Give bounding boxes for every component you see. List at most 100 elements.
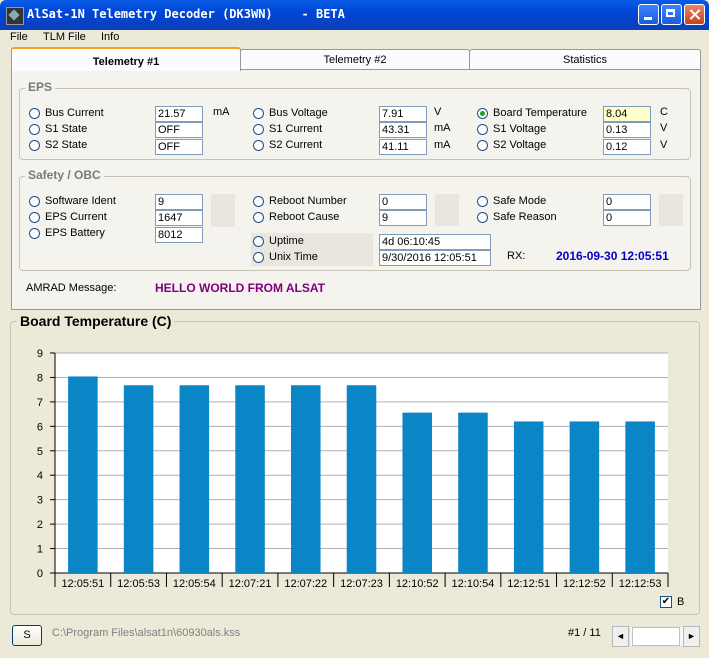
label-safe-mode: Safe Mode bbox=[493, 195, 547, 207]
label-s1-current: S1 Current bbox=[269, 123, 323, 135]
bar bbox=[402, 412, 432, 573]
x-tick-label: 12:10:52 bbox=[396, 578, 439, 590]
y-tick-label: 1 bbox=[37, 544, 43, 556]
check-icon: ✔ bbox=[661, 596, 671, 607]
s2-voltage-unit: V bbox=[660, 139, 668, 151]
x-tick-label: 12:10:54 bbox=[452, 578, 495, 590]
radio-s1-current[interactable] bbox=[253, 124, 264, 135]
radio-uptime[interactable] bbox=[253, 236, 264, 247]
eps-battery-value: 8012 bbox=[155, 227, 203, 243]
bar bbox=[625, 421, 655, 573]
file-path: C:\Program Files\alsat1n\60930als.kss bbox=[52, 627, 241, 639]
label-s2-voltage: S2 Voltage bbox=[493, 139, 547, 151]
bar bbox=[235, 385, 265, 573]
minimize-button[interactable] bbox=[638, 4, 659, 25]
x-tick-label: 12:12:51 bbox=[507, 578, 550, 590]
y-tick-label: 3 bbox=[37, 495, 43, 507]
s1-voltage-value: 0.13 bbox=[603, 122, 651, 138]
x-tick-label: 12:07:23 bbox=[340, 578, 383, 590]
bar bbox=[179, 385, 210, 573]
x-tick-label: 12:05:51 bbox=[61, 578, 104, 590]
s2-current-unit: mA bbox=[434, 139, 451, 151]
radio-s2-current[interactable] bbox=[253, 140, 264, 151]
label-s2-state: S2 State bbox=[45, 139, 88, 151]
radio-bus-voltage[interactable] bbox=[253, 108, 264, 119]
bus-voltage-value: 7.91 bbox=[379, 106, 427, 122]
radio-eps-battery[interactable] bbox=[29, 228, 40, 239]
radio-s1-state[interactable] bbox=[29, 124, 40, 135]
x-tick-label: 12:05:53 bbox=[117, 578, 160, 590]
s1-current-unit: mA bbox=[434, 122, 451, 134]
radio-s1-voltage[interactable] bbox=[477, 124, 488, 135]
x-tick-label: 12:07:22 bbox=[284, 578, 327, 590]
radio-safe-reason[interactable] bbox=[477, 212, 488, 223]
reboot-number-value: 0 bbox=[379, 194, 427, 210]
bar bbox=[123, 385, 154, 573]
s1-current-value: 43.31 bbox=[379, 122, 427, 138]
scroll-left-button[interactable]: ◄ bbox=[612, 626, 629, 647]
radio-unix-time[interactable] bbox=[253, 252, 264, 263]
radio-board-temperature[interactable] bbox=[477, 108, 488, 119]
y-tick-label: 6 bbox=[37, 421, 43, 433]
radio-s2-state[interactable] bbox=[29, 140, 40, 151]
radio-software-ident[interactable] bbox=[29, 196, 40, 207]
x-tick-label: 12:12:52 bbox=[563, 578, 606, 590]
radio-s2-voltage[interactable] bbox=[477, 140, 488, 151]
radio-eps-current[interactable] bbox=[29, 212, 40, 223]
reboot-cause-value: 9 bbox=[379, 210, 427, 226]
chevron-left-icon: ◄ bbox=[616, 631, 625, 641]
s1-voltage-unit: V bbox=[660, 122, 668, 134]
window-title: AlSat-1N Telemetry Decoder (DK3WN) - BET… bbox=[27, 7, 345, 21]
label-unix-time: Unix Time bbox=[269, 251, 318, 263]
label-s2-current: S2 Current bbox=[269, 139, 323, 151]
y-tick-label: 8 bbox=[37, 372, 43, 384]
radio-bus-current[interactable] bbox=[29, 108, 40, 119]
maximize-button[interactable] bbox=[661, 4, 682, 25]
scroll-right-button[interactable]: ► bbox=[683, 626, 700, 647]
label-bus-current: Bus Current bbox=[45, 107, 104, 119]
label-eps-battery: EPS Battery bbox=[45, 227, 105, 239]
safety-group-title: Safety / OBC bbox=[25, 168, 104, 182]
bar bbox=[68, 376, 98, 573]
menu-info[interactable]: Info bbox=[101, 31, 119, 43]
s2-voltage-value: 0.12 bbox=[603, 139, 651, 155]
x-tick-label: 12:12:53 bbox=[619, 578, 662, 590]
bus-current-unit: mA bbox=[213, 106, 230, 118]
tab-statistics[interactable]: Statistics bbox=[469, 49, 701, 69]
label-software-ident: Software Ident bbox=[45, 195, 116, 207]
bar bbox=[569, 421, 600, 573]
tab-telemetry-1[interactable]: Telemetry #1 bbox=[11, 47, 241, 71]
tab-telemetry-2[interactable]: Telemetry #2 bbox=[240, 49, 470, 69]
label-s1-state: S1 State bbox=[45, 123, 88, 135]
menu-bar: File TLM File Info bbox=[0, 30, 709, 47]
amrad-label: AMRAD Message: bbox=[26, 282, 117, 294]
s-button[interactable]: S bbox=[12, 625, 42, 646]
scroll-thumb[interactable] bbox=[632, 627, 680, 646]
y-tick-label: 4 bbox=[37, 470, 43, 482]
amrad-message: HELLO WORLD FROM ALSAT bbox=[155, 281, 325, 295]
unix-time-value: 9/30/2016 12:05:51 bbox=[379, 250, 491, 266]
chart-title: Board Temperature (C) bbox=[17, 313, 175, 329]
b-checkbox[interactable]: ✔ bbox=[660, 596, 672, 608]
safe-mode-value: 0 bbox=[603, 194, 651, 210]
menu-tlm-file[interactable]: TLM File bbox=[43, 31, 86, 43]
radio-safe-mode[interactable] bbox=[477, 196, 488, 207]
label-reboot-number: Reboot Number bbox=[269, 195, 347, 207]
bar bbox=[513, 421, 544, 573]
radio-reboot-cause[interactable] bbox=[253, 212, 264, 223]
close-button[interactable] bbox=[684, 4, 705, 25]
bar bbox=[291, 385, 321, 573]
spacer-box bbox=[659, 194, 683, 226]
label-uptime: Uptime bbox=[269, 235, 304, 247]
label-eps-current: EPS Current bbox=[45, 211, 107, 223]
bar bbox=[458, 412, 488, 573]
bus-current-value: 21.57 bbox=[155, 106, 203, 122]
menu-file[interactable]: File bbox=[10, 31, 28, 43]
radio-reboot-number[interactable] bbox=[253, 196, 264, 207]
rx-label: RX: bbox=[507, 250, 526, 262]
software-ident-value: 9 bbox=[155, 194, 203, 210]
s1-state-value: OFF bbox=[155, 122, 203, 138]
chevron-right-icon: ► bbox=[687, 631, 696, 641]
x-tick-label: 12:07:21 bbox=[229, 578, 272, 590]
label-board-temperature: Board Temperature bbox=[493, 107, 587, 119]
